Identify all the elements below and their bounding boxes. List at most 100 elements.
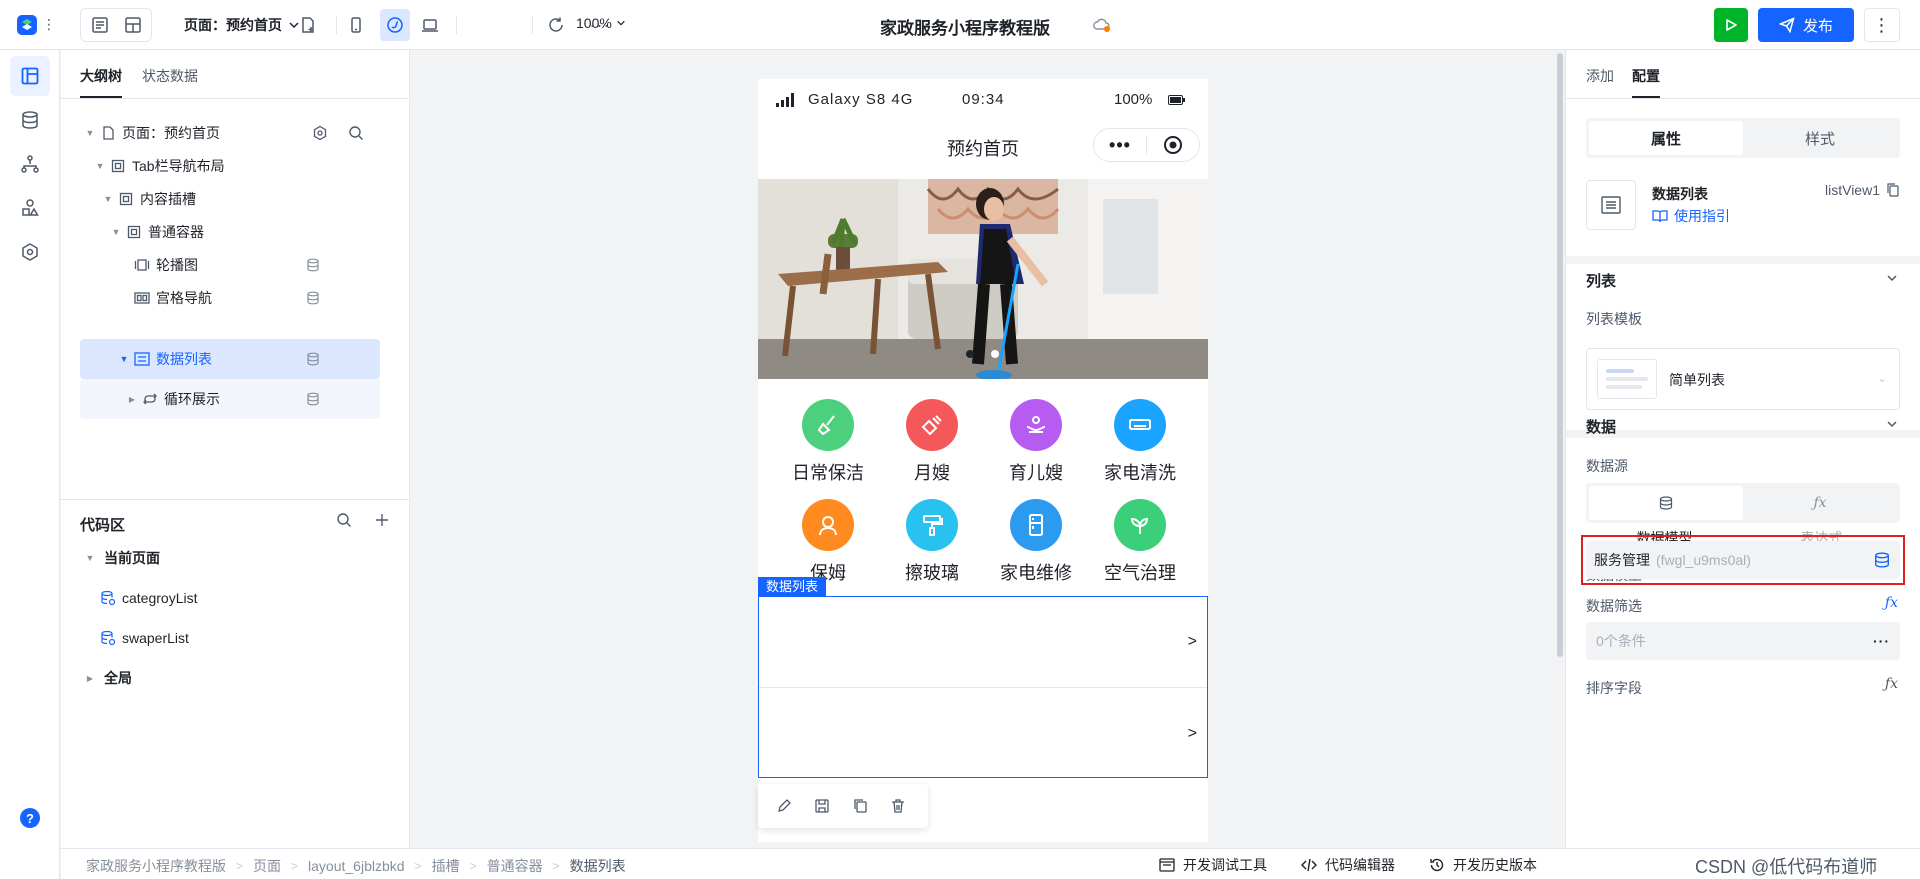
child-care-icon (1010, 399, 1062, 451)
search-icon[interactable] (336, 512, 352, 528)
code-item[interactable]: swaperList (80, 619, 380, 657)
edit-icon[interactable] (776, 798, 792, 814)
grid-item-appliance-cleaning[interactable]: 家电清洗 (1088, 399, 1192, 485)
phone-preview[interactable]: Galaxy S8 4G 09:34 100% 预约首页 ••• 日常保洁 月嫂… (758, 79, 1208, 842)
components-panel-icon[interactable] (10, 188, 50, 228)
design-canvas[interactable]: Galaxy S8 4G 09:34 100% 预约首页 ••• 日常保洁 月嫂… (411, 50, 1564, 848)
outline-view-icon[interactable] (84, 9, 116, 41)
grid-item-appliance-repair[interactable]: 家电维修 (984, 499, 1088, 585)
data-section-title[interactable]: 数据 (1586, 416, 1616, 437)
add-page-icon[interactable] (292, 9, 324, 41)
save-icon[interactable] (814, 798, 830, 814)
data-bound-icon (307, 291, 319, 305)
layout-view-icon[interactable] (117, 9, 149, 41)
data-list-component[interactable]: > > (758, 596, 1208, 778)
fx-icon[interactable]: ƒx (1885, 595, 1898, 611)
copy-icon[interactable] (1886, 183, 1900, 197)
collapse-arrow-icon[interactable]: ▼ (110, 227, 122, 237)
collapse-arrow-icon[interactable]: ▼ (118, 354, 130, 364)
page-select[interactable]: 页面：预约首页 (184, 15, 300, 35)
chevron-down-icon[interactable] (1886, 272, 1898, 284)
canvas-scrollbar[interactable] (1557, 53, 1563, 657)
breadcrumb-item[interactable]: layout_6jblzbkd (308, 858, 405, 874)
list-item[interactable]: > (759, 689, 1207, 780)
tab-config[interactable]: 配置 (1632, 66, 1660, 98)
publish-button[interactable]: 发布 (1758, 8, 1854, 42)
grid-item-air-treatment[interactable]: 空气治理 (1088, 499, 1192, 585)
tree-node-data-list[interactable]: ▼ 数据列表 (80, 339, 380, 379)
desktop-device-icon[interactable] (414, 9, 446, 41)
capsule-close-icon[interactable] (1147, 135, 1199, 155)
tree-node-loop-display[interactable]: ▶ 循环展示 (80, 379, 380, 419)
breadcrumb-current[interactable]: 数据列表 (570, 856, 626, 876)
list-section-title[interactable]: 列表 (1586, 270, 1616, 291)
capsule-more-icon[interactable]: ••• (1094, 135, 1146, 156)
collapse-arrow-icon[interactable]: ▼ (84, 553, 96, 563)
grid-item-housekeeper[interactable]: 保姆 (776, 499, 880, 585)
refresh-icon[interactable] (540, 9, 572, 41)
add-icon[interactable] (374, 512, 390, 528)
breadcrumb-item[interactable]: 页面 (253, 856, 281, 876)
grid-item-maternity-nurse[interactable]: 月嫂 (880, 399, 984, 485)
database-panel-icon[interactable] (10, 100, 50, 140)
app-logo-icon[interactable] (16, 14, 38, 36)
miniprogram-capsule[interactable]: ••• (1093, 128, 1200, 162)
flow-panel-icon[interactable] (10, 144, 50, 184)
tab-add[interactable]: 添加 (1586, 66, 1614, 98)
carousel-banner-image[interactable] (758, 179, 1208, 379)
history-label: 开发历史版本 (1453, 857, 1537, 873)
code-global[interactable]: ▶ 全局 (80, 659, 380, 697)
component-toolbar (758, 784, 928, 828)
grid-item-nanny[interactable]: 育儿嫂 (984, 399, 1088, 485)
debug-tools-button[interactable]: 开发调试工具 (1159, 855, 1267, 875)
collapse-arrow-icon[interactable]: ▼ (94, 161, 106, 171)
search-icon[interactable] (348, 125, 364, 141)
tree-node-label: 内容插槽 (140, 191, 196, 207)
tab-outline-tree[interactable]: 大纲树 (80, 66, 122, 98)
logo-menu-icon[interactable]: ⋮ (42, 16, 56, 33)
settings-panel-icon[interactable] (10, 232, 50, 272)
cloud-sync-icon[interactable] (1092, 16, 1112, 34)
grid-item-label: 空气治理 (1104, 563, 1176, 583)
help-icon[interactable]: ? (20, 808, 40, 828)
expand-arrow-icon[interactable]: ▶ (84, 674, 96, 683)
expression-option[interactable]: ƒx (1743, 486, 1897, 520)
tab-state-data[interactable]: 状态数据 (142, 66, 198, 98)
code-editor-button[interactable]: 代码编辑器 (1301, 855, 1395, 875)
collapse-arrow-icon[interactable]: ▼ (84, 128, 96, 138)
chevron-down-icon[interactable] (1886, 418, 1898, 430)
tree-node-grid-nav[interactable]: 宫格导航 (80, 279, 380, 317)
collapse-arrow-icon[interactable]: ▼ (102, 194, 114, 204)
list-item[interactable]: > (759, 597, 1207, 688)
breadcrumb-item[interactable]: 家政服务小程序教程版 (86, 856, 226, 876)
more-options-icon[interactable]: ··· (1873, 633, 1890, 649)
page-settings-icon[interactable] (312, 125, 328, 141)
tab-properties[interactable]: 属性 (1589, 121, 1743, 155)
tab-styles[interactable]: 样式 (1743, 121, 1897, 155)
grid-item-daily-cleaning[interactable]: 日常保洁 (776, 399, 880, 485)
data-filter-input[interactable]: 0个条件 ··· (1586, 622, 1900, 660)
data-model-option[interactable] (1589, 486, 1743, 520)
grid-item-window-cleaning[interactable]: 擦玻璃 (880, 499, 984, 585)
divider (336, 16, 337, 34)
outline-panel-icon[interactable] (10, 56, 50, 96)
code-current-page[interactable]: ▼ 当前页面 (80, 539, 380, 577)
miniprogram-device-icon[interactable] (380, 9, 410, 41)
more-actions-icon[interactable]: ··· (584, 9, 616, 41)
more-menu-button[interactable]: ⋮ (1864, 8, 1900, 42)
battery-icon (1168, 95, 1185, 105)
expand-arrow-icon[interactable]: ▶ (126, 395, 138, 404)
fx-icon[interactable]: ƒx (1885, 676, 1898, 692)
history-button[interactable]: 开发历史版本 (1429, 855, 1537, 875)
mobile-device-icon[interactable] (340, 9, 372, 41)
breadcrumb-item[interactable]: 普通容器 (487, 856, 543, 876)
usage-guide-link[interactable]: 使用指引 (1652, 206, 1730, 226)
breadcrumb-item[interactable]: 插槽 (432, 856, 460, 876)
copy-icon[interactable] (852, 798, 868, 814)
run-preview-button[interactable] (1714, 8, 1748, 42)
data-source-label: 数据源 (1586, 458, 1628, 474)
list-template-select[interactable]: 简单列表 ⌄ (1586, 348, 1900, 410)
delete-icon[interactable] (890, 798, 906, 814)
container-icon (118, 191, 134, 207)
code-item[interactable]: categroyList (80, 579, 380, 617)
